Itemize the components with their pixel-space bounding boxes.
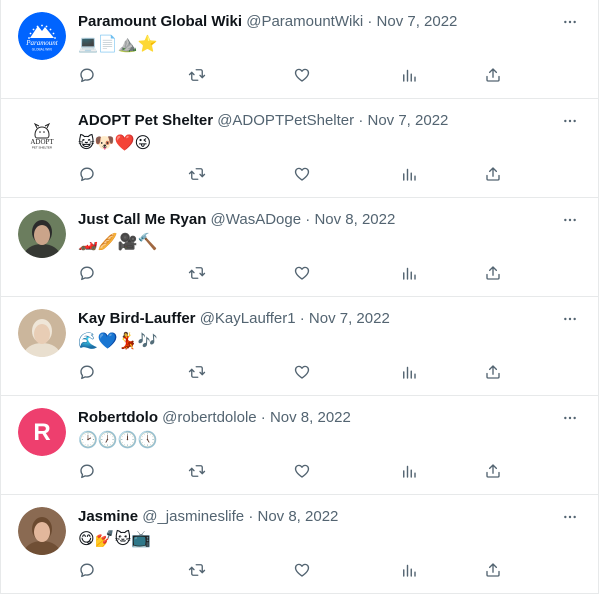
more-horizontal-icon[interactable] [560,410,580,426]
adopt-logo-subtext: PET SHELTER [32,146,53,150]
reply-icon[interactable] [78,561,98,581]
tweet-actions [78,363,510,383]
share-icon[interactable] [484,66,504,86]
tweet-text: 🌊💙💃🎶 [78,333,158,350]
tweet-actions [78,165,510,185]
views-icon[interactable] [400,462,420,482]
more-horizontal-icon[interactable] [560,509,580,525]
user-handle[interactable]: @WasADoge [211,211,302,228]
share-icon[interactable] [484,462,504,482]
tweet-header: Paramount Global Wiki @ParamountWiki · N… [78,12,457,32]
tweet[interactable]: Just Call Me Ryan @WasADoge · Nov 8, 202… [1,198,598,297]
tweet-actions [78,462,510,482]
avatar[interactable]: ADOPT PET SHELTER [18,111,66,159]
tweet-text: 🕑🕖🕛🕔 [78,432,158,449]
tweet-text: 💻📄⛰️⭐ [78,36,158,53]
like-icon[interactable] [293,462,313,482]
share-icon[interactable] [484,165,504,185]
views-icon[interactable] [400,561,420,581]
tweet-header: Kay Bird-Lauffer @KayLauffer1 · Nov 7, 2… [78,309,390,329]
tweet-date[interactable]: Nov 7, 2022 [377,13,458,30]
tweet-date[interactable]: Nov 8, 2022 [258,508,339,525]
more-horizontal-icon[interactable] [560,14,580,30]
retweet-icon[interactable] [188,363,208,383]
reply-icon[interactable] [78,363,98,383]
tweet[interactable]: ADOPT PET SHELTER ADOPT Pet Shelter @ADO… [1,99,598,198]
avatar[interactable]: R [18,408,66,456]
tweet[interactable]: Paramount GLOBAL WIKI Paramount Global W… [1,0,598,99]
tweet-date[interactable]: Nov 7, 2022 [368,112,449,129]
share-icon[interactable] [484,264,504,284]
display-name[interactable]: Just Call Me Ryan [78,211,206,228]
more-horizontal-icon[interactable] [560,212,580,228]
tweet-actions [78,561,510,581]
reply-icon[interactable] [78,462,98,482]
tweet-header: ADOPT Pet Shelter @ADOPTPetShelter · Nov… [78,111,448,131]
retweet-icon[interactable] [188,462,208,482]
share-icon[interactable] [484,363,504,383]
avatar[interactable] [18,210,66,258]
share-icon[interactable] [484,561,504,581]
avatar[interactable] [18,309,66,357]
avatar[interactable]: Paramount GLOBAL WIKI [18,12,66,60]
retweet-icon[interactable] [188,66,208,86]
user-handle[interactable]: @ADOPTPetShelter [217,112,354,129]
views-icon[interactable] [400,66,420,86]
user-handle[interactable]: @robertdolole [162,409,256,426]
tweet-header: Just Call Me Ryan @WasADoge · Nov 8, 202… [78,210,395,230]
more-horizontal-icon[interactable] [560,311,580,327]
display-name[interactable]: Jasmine [78,508,138,525]
tweet-date[interactable]: Nov 8, 2022 [270,409,351,426]
tweet-date[interactable]: Nov 8, 2022 [314,211,395,228]
display-name[interactable]: Paramount Global Wiki [78,13,242,30]
tweet-actions [78,66,510,86]
tweet-text: 🏎️🥖🎥🔨 [78,234,158,251]
avatar[interactable] [18,507,66,555]
separator-dot: · [248,508,254,525]
like-icon[interactable] [293,264,313,284]
tweet-header: Jasmine @_jasmineslife · Nov 8, 2022 [78,507,338,527]
tweet-actions [78,264,510,284]
separator-dot: · [260,409,266,426]
separator-dot: · [367,13,373,30]
user-handle[interactable]: @_jasmineslife [142,508,244,525]
paramount-logo-subtext: GLOBAL WIKI [32,48,53,52]
like-icon[interactable] [293,165,313,185]
reply-icon[interactable] [78,264,98,284]
views-icon[interactable] [400,264,420,284]
views-icon[interactable] [400,165,420,185]
retweet-icon[interactable] [188,165,208,185]
separator-dot: · [305,211,311,228]
like-icon[interactable] [293,66,313,86]
tweet[interactable]: Kay Bird-Lauffer @KayLauffer1 · Nov 7, 2… [1,297,598,396]
more-horizontal-icon[interactable] [560,113,580,129]
paramount-logo-text: Paramount [25,39,59,47]
display-name[interactable]: Robertdolo [78,409,158,426]
reply-icon[interactable] [78,66,98,86]
tweet-text: 😺🐶❤️😜 [78,135,152,152]
like-icon[interactable] [293,561,313,581]
separator-dot: · [299,310,305,327]
display-name[interactable]: Kay Bird-Lauffer [78,310,196,327]
tweet-text: 😋💅🐱📺 [78,531,152,548]
like-icon[interactable] [293,363,313,383]
tweet[interactable]: R Robertdolo @robertdolole · Nov 8, 2022… [1,396,598,495]
tweet[interactable]: Jasmine @_jasmineslife · Nov 8, 2022 😋💅🐱📺 [1,495,598,594]
user-handle[interactable]: @ParamountWiki [246,13,363,30]
retweet-icon[interactable] [188,264,208,284]
tweet-header: Robertdolo @robertdolole · Nov 8, 2022 [78,408,351,428]
user-handle[interactable]: @KayLauffer1 [200,310,296,327]
retweet-icon[interactable] [188,561,208,581]
tweet-feed: Paramount GLOBAL WIKI Paramount Global W… [0,0,599,594]
separator-dot: · [358,112,364,129]
reply-icon[interactable] [78,165,98,185]
display-name[interactable]: ADOPT Pet Shelter [78,112,213,129]
avatar-letter: R [33,419,50,446]
views-icon[interactable] [400,363,420,383]
tweet-date[interactable]: Nov 7, 2022 [309,310,390,327]
